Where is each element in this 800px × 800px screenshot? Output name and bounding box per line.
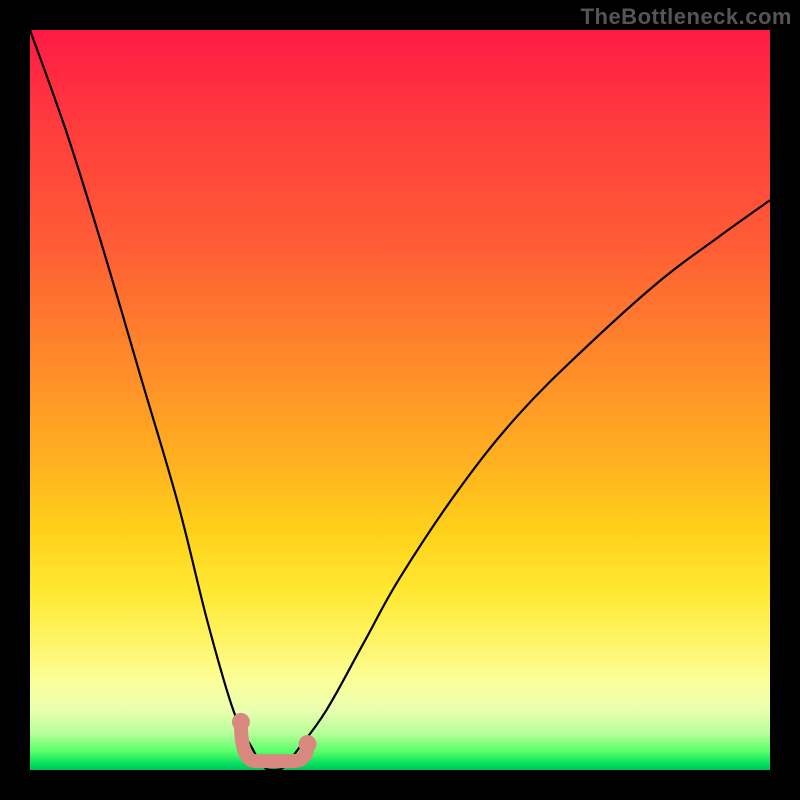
optimal-range-dot-left: [232, 713, 250, 731]
plot-area: [30, 30, 770, 770]
optimal-range-marker: [241, 722, 308, 761]
chart-frame: TheBottleneck.com: [0, 0, 800, 800]
optimal-range-dot-right: [299, 735, 317, 753]
bottleneck-curve: [30, 30, 770, 770]
curve-layer: [30, 30, 770, 770]
watermark-text: TheBottleneck.com: [581, 4, 792, 30]
